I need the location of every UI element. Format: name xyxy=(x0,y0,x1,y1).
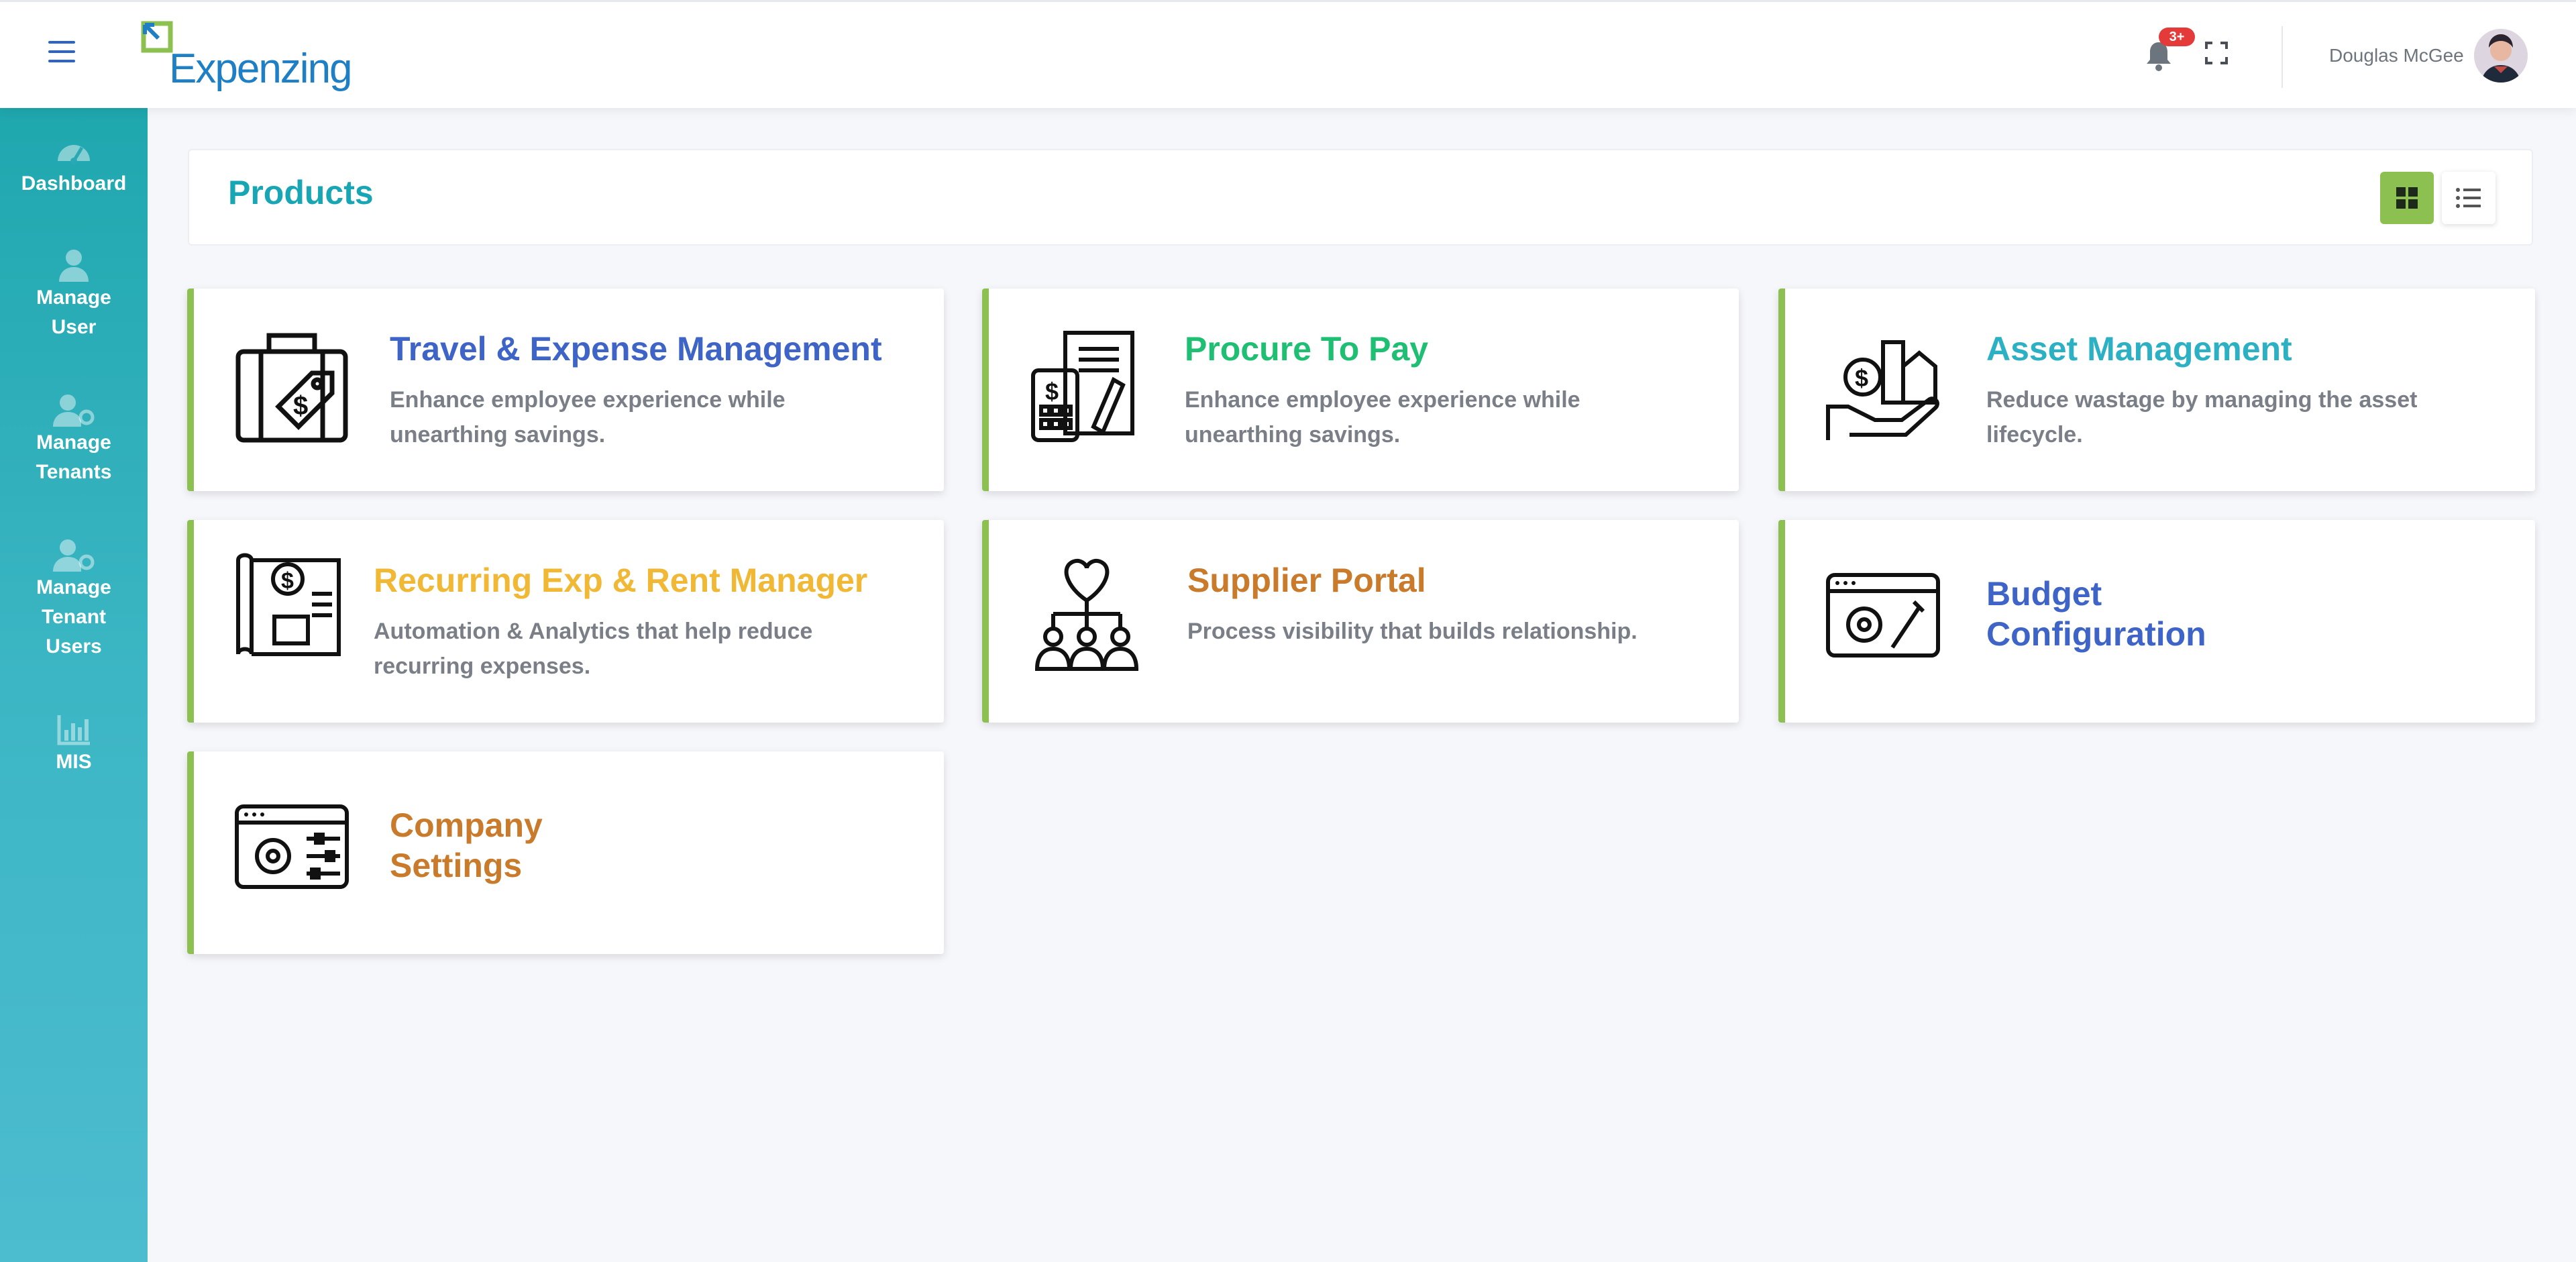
product-card-asset-management[interactable]: $ Asset Management Reduce wastage by man… xyxy=(1778,288,2535,491)
list-view-button[interactable] xyxy=(2442,172,2496,224)
list-icon xyxy=(2456,188,2481,208)
sidebar-item-manage-tenant-users[interactable]: Manage Tenant Users xyxy=(0,535,148,662)
svg-text:$: $ xyxy=(1855,364,1868,392)
expenzing-logo[interactable]: Expenzing xyxy=(138,18,360,92)
card-description: Process visibility that builds relations… xyxy=(1187,619,1638,644)
user-icon xyxy=(59,250,89,282)
sidebar-item-mis[interactable]: MIS xyxy=(0,710,148,777)
luggage-dollar-tag-icon: $ xyxy=(235,333,348,443)
user-name[interactable]: Douglas McGee xyxy=(2329,45,2464,66)
card-description: Reduce wastage by managing the asset lif… xyxy=(1986,387,2418,448)
fullscreen-icon[interactable] xyxy=(2204,41,2229,65)
header-divider xyxy=(2282,26,2283,88)
logo-text: Expenzing xyxy=(169,46,353,92)
product-card-budget-configuration[interactable]: Budget Configuration xyxy=(1778,520,2535,723)
card-description: Enhance employee experience while uneart… xyxy=(1185,387,1580,448)
card-title: Travel & Expense Management xyxy=(390,330,882,368)
sidebar-item-label: MIS xyxy=(56,751,92,773)
products-header: Products xyxy=(188,149,2533,246)
svg-text:$: $ xyxy=(281,568,294,594)
sidebar: Dashboard Manage User Manage Tenants Man… xyxy=(0,106,148,1262)
browser-gear-wrench-icon xyxy=(1826,573,1940,658)
notification-badge: 3+ xyxy=(2159,28,2195,46)
card-description: Automation & Analytics that help reduce … xyxy=(374,619,813,679)
product-card-company-settings[interactable]: Company Settings xyxy=(187,751,944,954)
sidebar-item-label: Manage Tenants xyxy=(36,431,112,483)
user-gear-icon xyxy=(53,539,95,572)
handshake-network-icon xyxy=(1034,559,1139,671)
sidebar-item-label: Dashboard xyxy=(21,172,127,195)
bar-chart-icon xyxy=(57,715,90,745)
logo-mark-icon xyxy=(141,21,173,53)
sidebar-item-label: Manage User xyxy=(36,286,111,338)
card-description: Enhance employee experience while uneart… xyxy=(390,387,786,448)
svg-text:$: $ xyxy=(293,391,308,421)
page-title: Products xyxy=(228,174,374,211)
product-card-travel-expense[interactable]: $ Travel & Expense Management Enhance em… xyxy=(187,288,944,491)
blueprint-dollar-icon: $ xyxy=(236,553,341,656)
card-title: Procure To Pay xyxy=(1185,330,1429,368)
browser-gear-sliders-icon xyxy=(235,804,349,889)
product-card-supplier-portal[interactable]: Supplier Portal Process visibility that … xyxy=(982,520,1739,723)
avatar-image xyxy=(2474,29,2528,83)
product-card-procure-to-pay[interactable]: $ Procure To Pay Enhance employee experi… xyxy=(982,288,1739,491)
sidebar-item-label: Manage Tenant Users xyxy=(36,576,111,658)
card-title: Recurring Exp & Rent Manager xyxy=(374,562,868,599)
sidebar-item-manage-tenants[interactable]: Manage Tenants xyxy=(0,390,148,487)
card-title: Company Settings xyxy=(390,806,543,884)
user-avatar[interactable] xyxy=(2474,29,2528,83)
speedometer-icon xyxy=(58,145,90,164)
grid-icon xyxy=(2396,187,2418,209)
card-title: Supplier Portal xyxy=(1187,562,1426,599)
card-title: Budget Configuration xyxy=(1986,575,2206,653)
sidebar-item-dashboard[interactable]: Dashboard xyxy=(0,132,148,199)
grid-view-button[interactable] xyxy=(2380,172,2434,224)
sidebar-item-manage-user[interactable]: Manage User xyxy=(0,246,148,342)
user-gear-icon xyxy=(53,395,95,427)
hamburger-menu-icon[interactable] xyxy=(48,41,75,65)
top-header: Expenzing 3+ Douglas McGee xyxy=(0,0,2576,108)
svg-text:$: $ xyxy=(1045,378,1059,405)
card-title: Asset Management xyxy=(1986,330,2292,368)
hand-assets-icon: $ xyxy=(1826,340,1939,440)
invoice-calculator-icon: $ xyxy=(1031,331,1134,442)
product-card-recurring-exp-rent[interactable]: $ Recurring Exp & Rent Manager Automatio… xyxy=(187,520,944,723)
